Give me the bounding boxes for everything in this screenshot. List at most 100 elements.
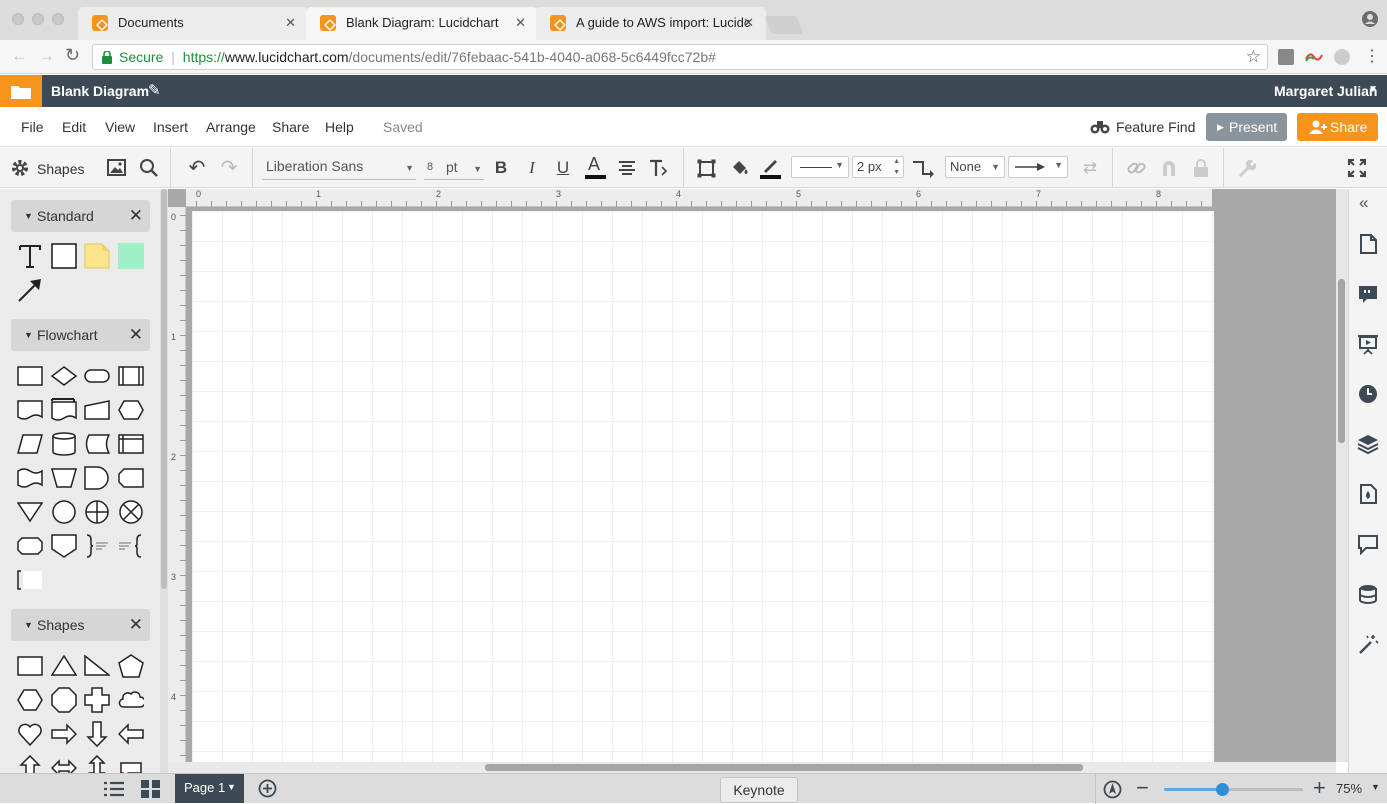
database-shape-icon[interactable]: [51, 431, 77, 457]
text-options-icon[interactable]: [649, 159, 669, 177]
scrollbar-thumb[interactable]: [485, 764, 1083, 771]
pentagon-shape-icon[interactable]: [118, 653, 144, 679]
bracket-shape-icon[interactable]: [17, 567, 43, 593]
list-view-icon[interactable]: [104, 781, 124, 797]
heart-shape-icon[interactable]: [17, 721, 43, 747]
page-menu-caret-icon[interactable]: ▼: [227, 774, 236, 801]
menu-help[interactable]: Help: [325, 119, 354, 135]
theme-drop-icon[interactable]: [1357, 483, 1379, 505]
back-icon[interactable]: ←: [11, 46, 28, 66]
paper-tape-shape-icon[interactable]: [17, 465, 43, 491]
image-icon[interactable]: [107, 159, 126, 176]
bold-icon[interactable]: B: [492, 148, 510, 188]
browser-tab-blank-diagram[interactable]: Blank Diagram: Lucidchart ✕: [306, 7, 538, 40]
manual-input-shape-icon[interactable]: [84, 397, 110, 423]
tab-close-icon[interactable]: ✕: [285, 7, 296, 39]
section-header-standard[interactable]: ▼ Standard ✕: [11, 200, 150, 232]
shape-border-icon[interactable]: [697, 159, 716, 178]
documents-folder-button[interactable]: [0, 75, 42, 107]
line-width-input[interactable]: 2 px ▲ ▼: [852, 156, 904, 178]
italic-icon[interactable]: I: [523, 148, 541, 188]
menu-share[interactable]: Share: [272, 119, 309, 135]
redo-icon[interactable]: ↷: [218, 148, 240, 188]
menu-file[interactable]: File: [21, 119, 44, 135]
window-minimize-button[interactable]: [32, 13, 44, 25]
off-page-shape-icon[interactable]: [51, 533, 77, 559]
section-header-flowchart[interactable]: ▼ Flowchart ✕: [11, 319, 150, 351]
user-menu[interactable]: Margaret Julian: [1274, 83, 1377, 99]
close-icon[interactable]: ✕: [129, 319, 143, 351]
down-arrow-shape-icon[interactable]: [84, 721, 110, 747]
binoculars-icon[interactable]: [1090, 119, 1110, 134]
note-shape-icon[interactable]: [84, 243, 110, 269]
diagram-page[interactable]: [192, 211, 1214, 762]
url-omnibox[interactable]: Secure | https://www.lucidchart.com/docu…: [92, 44, 1268, 70]
tab-close-icon[interactable]: ✕: [515, 7, 526, 39]
arrow-line-shape-icon[interactable]: [17, 277, 43, 303]
close-icon[interactable]: ✕: [129, 609, 143, 641]
extension-leaf-icon[interactable]: [1334, 49, 1350, 65]
canvas-vertical-scrollbar[interactable]: [1336, 189, 1348, 762]
up-arrow-shape-icon[interactable]: [17, 755, 43, 773]
edit-title-pencil-icon[interactable]: ✎: [148, 81, 161, 99]
search-icon[interactable]: [139, 158, 159, 178]
collapse-triangle-icon[interactable]: ▼: [24, 200, 33, 232]
line-routing-icon[interactable]: [912, 158, 936, 178]
internal-storage-shape-icon[interactable]: [118, 431, 144, 457]
browser-menu-icon[interactable]: ⋮: [1364, 46, 1380, 66]
navigate-compass-icon[interactable]: [1103, 780, 1122, 799]
grid-view-icon[interactable]: [141, 780, 160, 798]
connector-circle-shape-icon[interactable]: [51, 499, 77, 525]
left-right-arrow-shape-icon[interactable]: [51, 755, 77, 773]
collapse-dock-icon[interactable]: «: [1359, 193, 1368, 213]
menu-edit[interactable]: Edit: [62, 119, 86, 135]
keynote-button[interactable]: Keynote: [720, 777, 798, 803]
browser-tab-documents[interactable]: Documents ✕: [78, 7, 308, 40]
menu-insert[interactable]: Insert: [153, 119, 188, 135]
triangle-shape-icon[interactable]: [51, 653, 77, 679]
callout-shape-icon[interactable]: [118, 755, 144, 773]
window-zoom-button[interactable]: [52, 13, 64, 25]
fill-color-icon[interactable]: [730, 158, 750, 178]
data-shape-icon[interactable]: [17, 431, 43, 457]
left-arrow-shape-icon[interactable]: [118, 721, 144, 747]
share-button[interactable]: Share: [1297, 113, 1378, 141]
history-clock-icon[interactable]: [1357, 383, 1379, 405]
annotation-left-shape-icon[interactable]: [118, 533, 144, 559]
chat-icon[interactable]: [1357, 533, 1379, 555]
terminator-shape-icon[interactable]: [84, 363, 110, 389]
layers-icon[interactable]: [1357, 433, 1379, 455]
predefined-process-shape-icon[interactable]: [118, 363, 144, 389]
browser-tab-aws-guide[interactable]: A guide to AWS import: Lucidc ✕: [536, 7, 766, 40]
document-title[interactable]: Blank Diagram: [51, 83, 149, 99]
underline-icon[interactable]: U: [554, 148, 572, 188]
up-down-arrow-shape-icon[interactable]: [84, 755, 110, 773]
page-tab[interactable]: Page 1 ▼: [175, 774, 244, 803]
add-page-icon[interactable]: [258, 779, 277, 798]
scrollbar-thumb[interactable]: [161, 189, 167, 589]
manual-operation-shape-icon[interactable]: [51, 465, 77, 491]
document-shape-icon[interactable]: [17, 397, 43, 423]
extension-icon[interactable]: [1278, 49, 1294, 65]
right-triangle-shape-icon[interactable]: [84, 653, 110, 679]
menu-view[interactable]: View: [105, 119, 135, 135]
font-size-select[interactable]: 8 pt ▼: [424, 156, 484, 180]
shapes-panel-label[interactable]: Shapes: [37, 161, 84, 177]
merge-shape-icon[interactable]: [17, 499, 43, 525]
text-color-icon[interactable]: A: [585, 154, 606, 179]
decision-shape-icon[interactable]: [51, 363, 77, 389]
presentation-icon[interactable]: [1357, 333, 1379, 355]
extension-colorful-icon[interactable]: [1305, 49, 1323, 65]
stored-data-shape-icon[interactable]: [84, 431, 110, 457]
multi-document-shape-icon[interactable]: [51, 397, 77, 423]
menu-arrange[interactable]: Arrange: [206, 119, 256, 135]
section-header-shapes[interactable]: ▼ Shapes ✕: [11, 609, 150, 641]
profile-icon[interactable]: [1362, 11, 1378, 27]
line-color-icon[interactable]: [760, 157, 781, 179]
octagon-shape-icon[interactable]: [51, 687, 77, 713]
link-icon[interactable]: [1127, 159, 1147, 177]
annotation-right-shape-icon[interactable]: [84, 533, 110, 559]
summing-junction-shape-icon[interactable]: [118, 499, 144, 525]
tab-close-icon[interactable]: ✕: [743, 7, 754, 39]
reload-icon[interactable]: ↻: [65, 45, 80, 66]
